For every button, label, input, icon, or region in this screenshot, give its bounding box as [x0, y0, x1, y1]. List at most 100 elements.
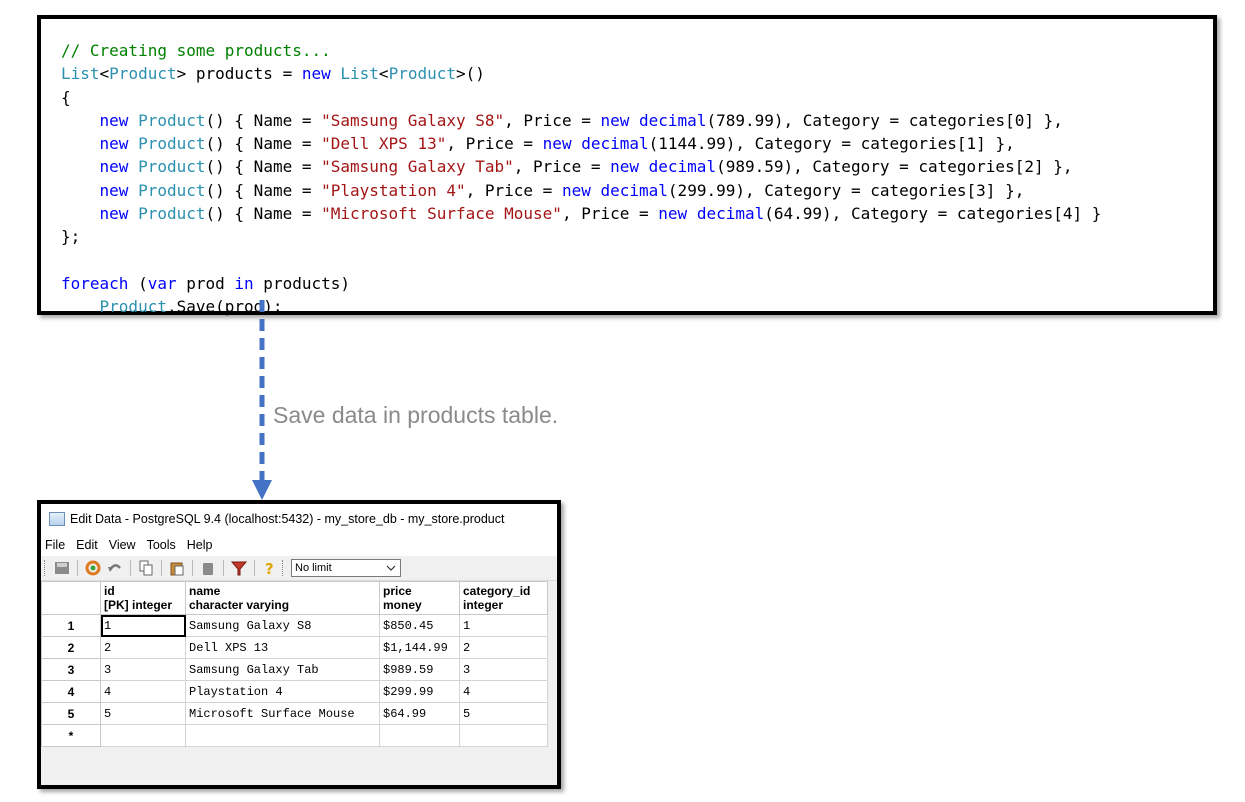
column-type: money [383, 598, 422, 612]
cell-price[interactable]: $989.59 [379, 658, 460, 681]
code-token: () { Name = [205, 157, 322, 177]
code-token: () { Name = [205, 180, 322, 200]
cell-name[interactable]: Samsung Galaxy Tab [185, 658, 380, 681]
code-line: new Product() { Name = "Samsung Galaxy T… [61, 155, 1101, 178]
cell-name[interactable]: Microsoft Surface Mouse [185, 702, 380, 725]
down-arrow [252, 300, 272, 500]
code-token: "Microsoft Surface Mouse" [321, 204, 562, 224]
cell-id[interactable]: 3 [100, 658, 186, 681]
cell-price[interactable]: $1,144.99 [379, 636, 460, 659]
cell-id[interactable] [100, 724, 186, 747]
code-token: new [561, 180, 591, 200]
menu-help[interactable]: Help [187, 538, 213, 552]
cell-category-id[interactable] [459, 724, 548, 747]
code-line: Product.Save(prod); [61, 295, 1101, 318]
cell-price[interactable]: $850.45 [379, 614, 460, 637]
column-header-id[interactable]: id [PK] integer [100, 581, 186, 615]
limit-value: No limit [295, 562, 332, 574]
row-number[interactable]: 2 [41, 636, 101, 659]
paste-icon[interactable] [168, 559, 186, 577]
toolbar-grip [44, 560, 48, 576]
toolbar-separator [223, 560, 224, 576]
cell-name[interactable]: Dell XPS 13 [185, 636, 380, 659]
cell-category-id[interactable]: 5 [459, 702, 548, 725]
code-token: () { Name = [205, 110, 322, 130]
cell-category-id[interactable]: 1 [459, 614, 548, 637]
code-token: "Playstation 4" [321, 180, 466, 200]
grid-header-row: id [PK] integer name character varying pri… [41, 581, 548, 615]
code-token: Product [388, 64, 456, 84]
cell-name[interactable]: Playstation 4 [185, 680, 380, 703]
cell-price[interactable] [379, 724, 460, 747]
chevron-down-icon [386, 562, 396, 574]
row-number[interactable]: 1 [41, 614, 101, 637]
toolbar-separator [254, 560, 255, 576]
code-token: , Price = [446, 134, 543, 154]
cell-category-id[interactable]: 4 [459, 680, 548, 703]
menu-tools[interactable]: Tools [147, 538, 176, 552]
refresh-icon[interactable] [84, 559, 102, 577]
code-token: () { Name = [205, 204, 322, 224]
column-header-category-id[interactable]: category_id integer [459, 581, 548, 615]
menu-edit[interactable]: Edit [76, 538, 98, 552]
svg-text:?: ? [265, 560, 274, 576]
code-token: (299.99), Category = categories[3] }, [667, 180, 1025, 200]
code-token: Product [138, 204, 206, 224]
row-number[interactable]: 3 [41, 658, 101, 681]
code-token: new [301, 64, 331, 84]
cell-id[interactable]: 1 [100, 614, 186, 637]
toolbar-grip [282, 560, 286, 576]
code-line: new Product() { Name = "Microsoft Surfac… [61, 202, 1102, 225]
code-token: Product [138, 110, 206, 130]
filter-icon[interactable] [230, 559, 248, 577]
cell-price[interactable]: $299.99 [379, 680, 460, 703]
cell-category-id[interactable]: 3 [459, 658, 548, 681]
menu-bar: File Edit View Tools Help [41, 534, 557, 556]
new-row-marker[interactable]: * [41, 724, 101, 747]
column-type: integer [463, 598, 504, 612]
column-header-price[interactable]: price money [379, 581, 460, 615]
copy-icon[interactable] [137, 559, 155, 577]
table-row: 5 5 Microsoft Surface Mouse $64.99 5 [41, 702, 548, 725]
edit-data-window: Edit Data - PostgreSQL 9.4 (localhost:54… [37, 500, 561, 789]
cell-name[interactable] [185, 724, 380, 747]
cell-id[interactable]: 2 [100, 636, 186, 659]
code-token: decimal [648, 157, 717, 177]
save-icon[interactable] [53, 559, 71, 577]
code-token: { [61, 87, 71, 107]
code-token: }; [61, 227, 81, 247]
cell-id[interactable]: 5 [100, 702, 186, 725]
limit-dropdown[interactable]: No limit [291, 559, 401, 577]
menu-view[interactable]: View [109, 538, 136, 552]
cell-name[interactable]: Samsung Galaxy S8 [185, 614, 380, 637]
cell-id[interactable]: 4 [100, 680, 186, 703]
code-token: decimal [696, 204, 765, 224]
toolbar-separator [77, 560, 78, 576]
column-name: name [189, 584, 221, 598]
row-number[interactable]: 5 [41, 702, 101, 725]
code-token: "Dell XPS 13" [321, 134, 447, 154]
cell-price[interactable]: $64.99 [379, 702, 460, 725]
code-token: new [99, 157, 129, 177]
code-token: foreach [61, 273, 129, 293]
delete-icon[interactable] [199, 559, 217, 577]
undo-icon[interactable] [106, 559, 124, 577]
code-token: , Price = [561, 204, 659, 224]
table-row: 4 4 Playstation 4 $299.99 4 [41, 680, 548, 703]
code-token: new [99, 134, 129, 154]
row-number[interactable]: 4 [41, 680, 101, 703]
toolbar-separator [130, 560, 131, 576]
cell-category-id[interactable]: 2 [459, 636, 548, 659]
code-token: < [378, 64, 389, 84]
help-icon[interactable]: ? [261, 559, 279, 577]
code-line: new Product() { Name = "Samsung Galaxy S… [61, 109, 1101, 132]
menu-file[interactable]: File [45, 538, 65, 552]
code-token: "Samsung Galaxy Tab" [321, 157, 514, 177]
column-header-name[interactable]: name character varying [185, 581, 380, 615]
